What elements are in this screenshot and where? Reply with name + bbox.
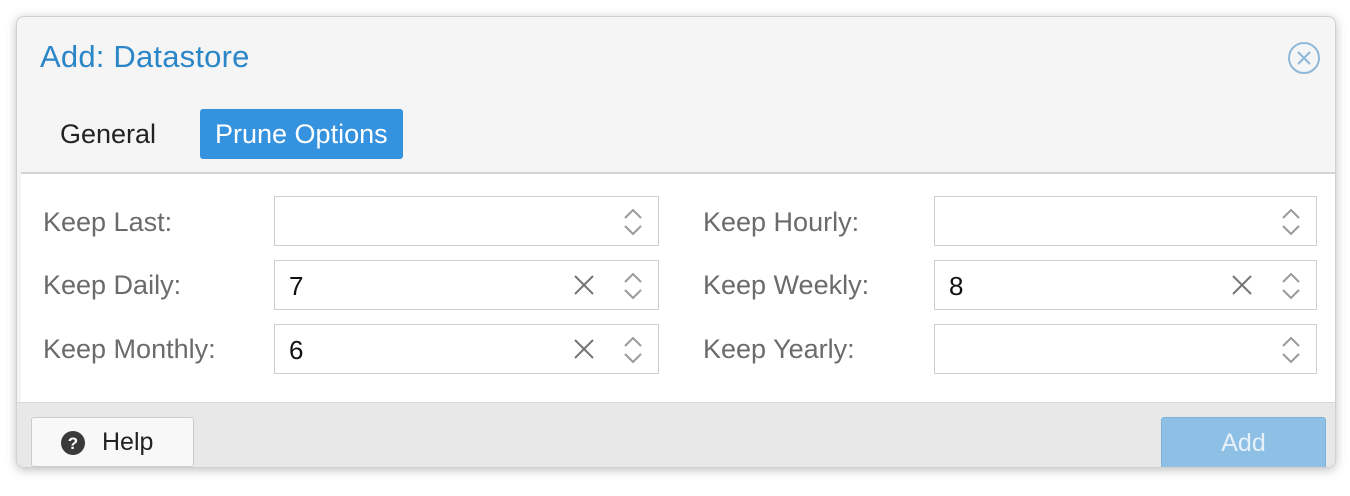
keep-weekly-field[interactable]: 8 bbox=[934, 260, 1317, 310]
add-button[interactable]: Add bbox=[1161, 417, 1326, 467]
prune-options-panel: Keep Last: Keep Hourly: Keep Daily: 7 Ke… bbox=[21, 174, 1335, 402]
keep-hourly-label: Keep Hourly: bbox=[703, 207, 860, 237]
svg-text:?: ? bbox=[68, 434, 78, 453]
keep-monthly-label: Keep Monthly: bbox=[43, 334, 216, 364]
clear-icon[interactable] bbox=[572, 337, 596, 361]
keep-monthly-value: 6 bbox=[289, 335, 304, 365]
dialog-footer: ? Help Add bbox=[17, 402, 1335, 467]
spinner-icon[interactable] bbox=[622, 331, 644, 369]
close-icon bbox=[1288, 42, 1320, 74]
keep-weekly-value: 8 bbox=[949, 271, 964, 301]
close-button[interactable] bbox=[1287, 41, 1321, 75]
dialog-title: Add: Datastore bbox=[40, 39, 250, 74]
keep-daily-field[interactable]: 7 bbox=[274, 260, 659, 310]
keep-weekly-label: Keep Weekly: bbox=[703, 270, 870, 300]
spinner-icon[interactable] bbox=[622, 203, 644, 241]
help-button[interactable]: ? Help bbox=[31, 417, 194, 467]
clear-icon[interactable] bbox=[572, 273, 596, 297]
keep-hourly-field[interactable] bbox=[934, 196, 1317, 246]
keep-monthly-field[interactable]: 6 bbox=[274, 324, 659, 374]
tab-general[interactable]: General bbox=[45, 109, 171, 159]
spinner-icon[interactable] bbox=[1280, 203, 1302, 241]
keep-last-field[interactable] bbox=[274, 196, 659, 246]
question-circle-icon: ? bbox=[61, 431, 85, 455]
keep-yearly-label: Keep Yearly: bbox=[703, 334, 855, 364]
spinner-icon[interactable] bbox=[622, 267, 644, 305]
tab-prune-options[interactable]: Prune Options bbox=[200, 109, 403, 159]
keep-daily-label: Keep Daily: bbox=[43, 270, 182, 300]
keep-yearly-field[interactable] bbox=[934, 324, 1317, 374]
clear-icon[interactable] bbox=[1230, 273, 1254, 297]
spinner-icon[interactable] bbox=[1280, 331, 1302, 369]
keep-last-label: Keep Last: bbox=[43, 207, 173, 237]
help-label: Help bbox=[102, 428, 154, 456]
spinner-icon[interactable] bbox=[1280, 267, 1302, 305]
add-datastore-dialog: Add: Datastore General Prune Options Kee… bbox=[16, 16, 1336, 468]
keep-daily-value: 7 bbox=[289, 271, 304, 301]
